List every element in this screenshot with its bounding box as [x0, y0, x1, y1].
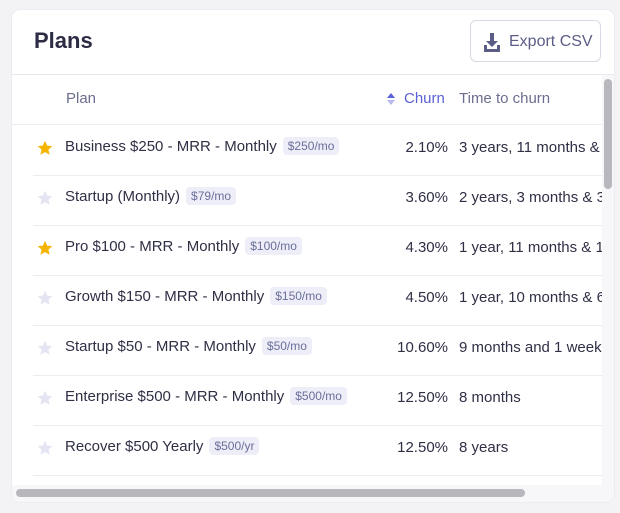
price-badge: $250/mo: [282, 137, 340, 156]
price-badge: $79/mo: [186, 187, 237, 206]
column-header-churn[interactable]: Churn: [386, 90, 445, 107]
churn-value: 3.60%: [405, 189, 448, 206]
plan-name[interactable]: Startup $50 - MRR - Monthly $50/mo: [65, 337, 312, 356]
plan-name[interactable]: Enterprise $500 - MRR - Monthly $500/mo: [65, 387, 347, 406]
table-row[interactable]: Growth $150 - MRR - Monthly $150/mo 4.50% 1…: [33, 275, 602, 326]
plan-name-text: Enterprise $500 - MRR - Monthly: [65, 388, 285, 405]
download-icon: [484, 33, 500, 52]
table-row[interactable]: Startup (Monthly) $79/mo 3.60% 2 years, 3 m…: [33, 175, 602, 226]
export-csv-button[interactable]: Export CSV: [470, 20, 601, 62]
time-to-churn-value: 2 years, 3 months & 3: [459, 189, 602, 206]
plans-card: Plans Export CSV Plan Churn Time to chur…: [12, 10, 614, 502]
churn-value: 12.50%: [397, 389, 448, 406]
table-row[interactable]: Pro $100 - MRR - Monthly $100/mo 4.30% 1 ye…: [33, 225, 602, 276]
star-filled-icon[interactable]: [37, 240, 53, 256]
plan-name[interactable]: Recover $500 Yearly $500/yr: [65, 437, 260, 456]
time-to-churn-value: 9 months and 1 week: [459, 339, 602, 356]
price-badge: $500/mo: [290, 387, 347, 406]
plan-name[interactable]: Growth $150 - MRR - Monthly $150/mo: [65, 287, 327, 306]
table-row[interactable]: Recover $500 Yearly $500/yr 12.50% 8 years: [33, 425, 602, 476]
page-title: Plans: [34, 28, 93, 53]
price-badge: $150/mo: [270, 287, 327, 306]
plan-name-text: Startup $50 - MRR - Monthly: [65, 338, 256, 355]
churn-value: 10.60%: [397, 339, 448, 356]
churn-value: 4.30%: [405, 239, 448, 256]
vertical-scrollbar[interactable]: [602, 75, 614, 485]
table-row[interactable]: Business $250 - MRR - Monthly $250/mo 2.10…: [33, 125, 602, 176]
price-badge: $500/yr: [209, 437, 260, 456]
star-outline-icon[interactable]: [37, 390, 53, 406]
star-outline-icon[interactable]: [37, 190, 53, 206]
star-outline-icon[interactable]: [37, 290, 53, 306]
price-badge: $50/mo: [261, 337, 312, 356]
vertical-scrollbar-thumb[interactable]: [604, 79, 612, 189]
churn-value: 2.10%: [405, 139, 448, 156]
time-to-churn-value: 8 years: [459, 439, 509, 456]
card-header: Plans Export CSV: [12, 10, 614, 75]
time-to-churn-value: 3 years, 11 months &: [459, 139, 600, 156]
time-to-churn-value: 8 months: [459, 389, 521, 406]
horizontal-scrollbar-thumb[interactable]: [16, 489, 525, 497]
churn-value: 4.50%: [405, 289, 448, 306]
export-csv-label: Export CSV: [509, 33, 593, 50]
plan-name[interactable]: Startup (Monthly) $79/mo: [65, 187, 237, 206]
plan-name-text: Pro $100 - MRR - Monthly: [65, 238, 240, 255]
table-header: Plan Churn Time to churn: [12, 75, 602, 125]
star-filled-icon[interactable]: [37, 140, 53, 156]
plan-name[interactable]: Business $250 - MRR - Monthly $250/mo: [65, 137, 340, 156]
plan-name[interactable]: Pro $100 - MRR - Monthly $100/mo: [65, 237, 302, 256]
plan-name-text: Recover $500 Yearly: [65, 438, 204, 455]
churn-value: 12.50%: [397, 439, 448, 456]
plan-name-text: Startup (Monthly): [65, 188, 181, 205]
column-header-plan[interactable]: Plan: [66, 90, 96, 107]
star-outline-icon[interactable]: [37, 340, 53, 356]
plan-name-text: Growth $150 - MRR - Monthly: [65, 288, 265, 305]
table-row[interactable]: Startup $50 - MRR - Monthly $50/mo 10.60% 9…: [33, 325, 602, 376]
table-row[interactable]: Enterprise $500 - MRR - Monthly $500/mo 12…: [33, 375, 602, 426]
column-header-time-to-churn[interactable]: Time to churn: [459, 90, 550, 107]
time-to-churn-value: 1 year, 11 months & 1: [459, 239, 602, 256]
time-to-churn-value: 1 year, 10 months & 6: [459, 289, 602, 306]
column-header-churn-label: Churn: [404, 90, 445, 107]
horizontal-scrollbar[interactable]: [12, 485, 614, 502]
price-badge: $100/mo: [245, 237, 302, 256]
plans-table: Plan Churn Time to churn Business $250 -…: [12, 75, 602, 485]
plan-name-text: Business $250 - MRR - Monthly: [65, 138, 277, 155]
star-outline-icon[interactable]: [37, 440, 53, 456]
sort-icon: [387, 92, 395, 105]
